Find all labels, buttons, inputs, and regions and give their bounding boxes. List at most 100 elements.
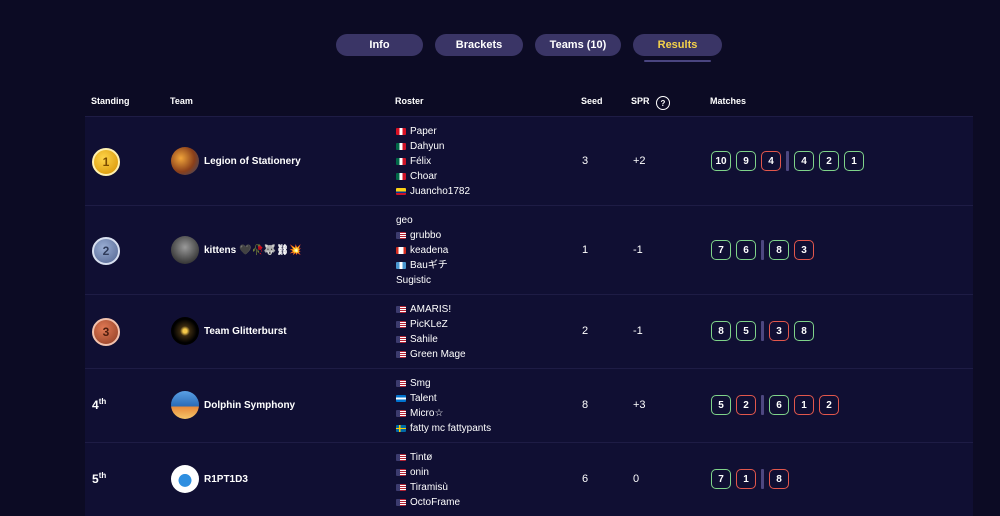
team-avatar[interactable] bbox=[171, 391, 199, 419]
match-score[interactable]: 4 bbox=[794, 151, 814, 171]
match-score[interactable]: 2 bbox=[819, 395, 839, 415]
roster-player: geo bbox=[396, 215, 413, 226]
column-spr: SPR bbox=[631, 96, 650, 106]
team-avatar[interactable] bbox=[171, 147, 199, 175]
roster-player: Dahyun bbox=[396, 139, 470, 154]
tab-teams[interactable]: Teams (10) bbox=[535, 34, 621, 56]
bracket-separator bbox=[761, 240, 764, 260]
mexico-flag-icon bbox=[396, 143, 406, 150]
usa-flag-icon bbox=[396, 232, 406, 239]
roster-player: Tiramisù bbox=[396, 480, 460, 495]
roster-player: PicKLeZ bbox=[396, 317, 466, 332]
honduras-flag-icon bbox=[396, 395, 406, 402]
bracket-separator bbox=[761, 321, 764, 341]
team-avatar[interactable] bbox=[171, 317, 199, 345]
results-tabs: Info Brackets Teams (10) Results bbox=[0, 34, 1000, 64]
mexico-flag-icon bbox=[396, 173, 406, 180]
match-score[interactable]: 10 bbox=[711, 151, 731, 171]
match-score[interactable]: 8 bbox=[769, 240, 789, 260]
roster-player: Bauギチ bbox=[396, 258, 448, 273]
roster-player: fatty mc fattypants bbox=[396, 421, 491, 436]
tab-brackets[interactable]: Brackets bbox=[435, 34, 523, 56]
spr-value: -1 bbox=[633, 244, 643, 256]
bracket-separator bbox=[761, 395, 764, 415]
match-score[interactable]: 7 bbox=[711, 469, 731, 489]
usa-flag-icon bbox=[396, 484, 406, 491]
usa-flag-icon bbox=[396, 321, 406, 328]
roster-player: Paper bbox=[396, 124, 470, 139]
match-list: 8 5 3 8 bbox=[711, 321, 819, 341]
roster-player: Juancho1782 bbox=[396, 184, 470, 199]
match-score[interactable]: 1 bbox=[794, 395, 814, 415]
spr-value: +3 bbox=[633, 399, 646, 411]
match-score[interactable]: 4 bbox=[761, 151, 781, 171]
match-score[interactable]: 6 bbox=[736, 240, 756, 260]
sweden-flag-icon bbox=[396, 425, 406, 432]
table-header: Standing Team Roster Seed SPR ? Matches bbox=[0, 96, 1000, 110]
usa-flag-icon bbox=[396, 306, 406, 313]
match-score[interactable]: 6 bbox=[769, 395, 789, 415]
match-score[interactable]: 5 bbox=[711, 395, 731, 415]
table-row[interactable]: 2 kittens 🖤🥀🐺⛓💥 geo grubbo keadena Bauギチ… bbox=[85, 205, 973, 294]
roster-player: Tintø bbox=[396, 450, 460, 465]
roster-list: Paper Dahyun Félix Choar Juancho1782 bbox=[396, 124, 470, 199]
team-name[interactable]: kittens 🖤🥀🐺⛓💥 bbox=[204, 245, 302, 256]
table-row[interactable]: 1 Legion of Stationery Paper Dahyun Féli… bbox=[85, 116, 973, 205]
spr-help-icon[interactable]: ? bbox=[656, 96, 670, 110]
team-avatar[interactable] bbox=[171, 236, 199, 264]
match-score[interactable]: 8 bbox=[794, 321, 814, 341]
spr-value: 0 bbox=[633, 473, 640, 485]
tab-info[interactable]: Info bbox=[336, 34, 423, 56]
mexico-flag-icon bbox=[396, 158, 406, 165]
match-score[interactable]: 3 bbox=[794, 240, 814, 260]
roster-list: Smg Talent Micro☆ fatty mc fattypants bbox=[396, 376, 491, 436]
match-score[interactable]: 7 bbox=[711, 240, 731, 260]
match-list: 7 6 8 3 bbox=[711, 240, 819, 260]
roster-player: Talent bbox=[396, 391, 491, 406]
bronze-medal-icon: 3 bbox=[92, 318, 120, 346]
seed-value: 8 bbox=[582, 399, 589, 411]
team-name[interactable]: Dolphin Symphony bbox=[204, 400, 295, 411]
roster-player: onin bbox=[396, 465, 460, 480]
match-score[interactable]: 9 bbox=[736, 151, 756, 171]
guatemala-flag-icon bbox=[396, 262, 406, 269]
match-score[interactable]: 2 bbox=[736, 395, 756, 415]
team-avatar[interactable] bbox=[171, 465, 199, 493]
seed-value: 6 bbox=[582, 473, 589, 485]
roster-list: Tintø onin Tiramisù OctoFrame bbox=[396, 450, 460, 510]
roster-player: Smg bbox=[396, 376, 491, 391]
match-score[interactable]: 2 bbox=[819, 151, 839, 171]
roster-player: Sahile bbox=[396, 332, 466, 347]
match-score[interactable]: 5 bbox=[736, 321, 756, 341]
roster-player: Green Mage bbox=[396, 347, 466, 362]
active-tab-indicator bbox=[644, 60, 711, 62]
colombia-flag-icon bbox=[396, 188, 406, 195]
team-name[interactable]: Legion of Stationery bbox=[204, 156, 301, 167]
match-score[interactable]: 8 bbox=[711, 321, 731, 341]
seed-value: 3 bbox=[582, 155, 589, 167]
peru-flag-icon bbox=[396, 128, 406, 135]
usa-flag-icon bbox=[396, 336, 406, 343]
team-name[interactable]: R1PT1D3 bbox=[204, 474, 248, 485]
match-score[interactable]: 3 bbox=[769, 321, 789, 341]
usa-flag-icon bbox=[396, 454, 406, 461]
roster-player: keadena bbox=[396, 243, 448, 258]
table-row[interactable]: 3 Team Glitterburst AMARIS! PicKLeZ Sahi… bbox=[85, 294, 973, 368]
spr-value: +2 bbox=[633, 155, 646, 167]
roster-player: Félix bbox=[396, 154, 470, 169]
table-row[interactable]: 4th Dolphin Symphony Smg Talent Micro☆ f… bbox=[85, 368, 973, 442]
tab-results[interactable]: Results bbox=[633, 34, 722, 56]
roster-list: geo grubbo keadena Bauギチ Sugistic bbox=[396, 213, 448, 288]
canada-flag-icon bbox=[396, 247, 406, 254]
match-score[interactable]: 8 bbox=[769, 469, 789, 489]
standing-rank: 5th bbox=[92, 471, 107, 486]
match-score[interactable]: 1 bbox=[736, 469, 756, 489]
team-name[interactable]: Team Glitterburst bbox=[204, 326, 287, 337]
table-row[interactable]: 5th R1PT1D3 Tintø onin Tiramisù OctoFram… bbox=[85, 442, 973, 516]
match-score[interactable]: 1 bbox=[844, 151, 864, 171]
match-list: 10 9 4 4 2 1 bbox=[711, 151, 869, 171]
column-roster: Roster bbox=[395, 96, 424, 106]
usa-flag-icon bbox=[396, 499, 406, 506]
gold-medal-icon: 1 bbox=[92, 148, 120, 176]
column-team: Team bbox=[170, 96, 193, 106]
